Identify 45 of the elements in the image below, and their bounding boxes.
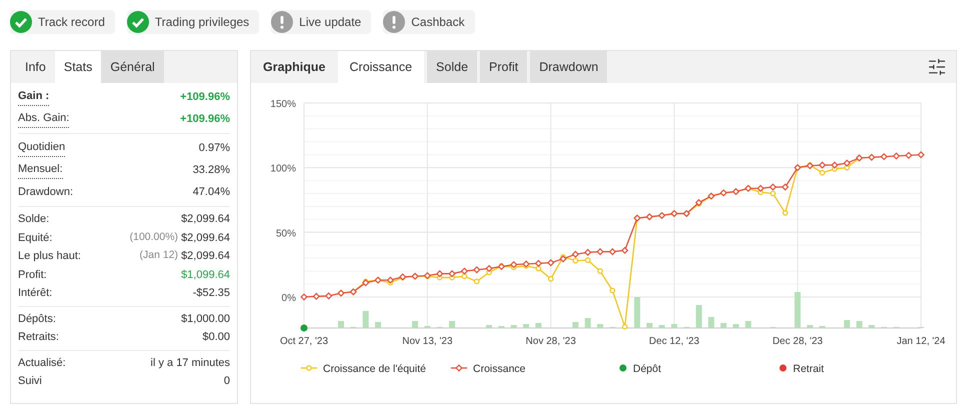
y-axis-label: 50%: [276, 228, 296, 240]
stat-label: Intérêt:: [18, 286, 52, 301]
stat-value: 0: [224, 374, 230, 389]
stat-label: Actualisé:: [18, 356, 66, 370]
stat-value: 33.28%: [192, 162, 230, 178]
stat-label: Profit:: [18, 268, 47, 282]
stat-label: Dépôts:: [18, 312, 56, 326]
stat-label: Retraits:: [18, 330, 59, 345]
stat-value: +109.96%: [180, 112, 230, 127]
stat-label: Drawdown:: [18, 184, 74, 200]
stat-value: 0.97%: [198, 140, 230, 156]
stat-value: $1,099.64: [181, 268, 230, 282]
x-axis-label: Dec 28, '23: [772, 336, 823, 347]
badge-label: Cashback: [411, 14, 465, 31]
x-axis-label: Nov 13, '23: [402, 336, 453, 347]
stat-value: $2,099.64: [181, 212, 230, 227]
stat-label: Le plus haut:: [18, 249, 81, 264]
stat-label: Gain :: [18, 88, 50, 106]
stat-value: +109.96%: [180, 90, 230, 105]
stat-value: il y a 17 minutes: [150, 356, 230, 370]
stat-label: Mensuel:: [18, 161, 63, 179]
stat-value: $2,099.64: [181, 230, 230, 246]
y-axis-label: 100%: [270, 164, 296, 175]
stat-label: Suivi: [18, 374, 42, 389]
stat-note: (Jan 12): [140, 248, 178, 264]
stat-value: 47.04%: [192, 184, 230, 200]
stat-label: Equité:: [18, 230, 52, 246]
x-axis-label: Jan 12, '24: [896, 336, 946, 347]
badge-label: Track record: [38, 14, 105, 31]
badge-label: Live update: [299, 14, 362, 31]
chart-title: Graphique: [262, 58, 327, 76]
stat-note: (100.00%): [130, 230, 178, 245]
stat-value: $2,099.64: [181, 249, 230, 264]
stat-label: Abs. Gain:: [18, 110, 70, 128]
x-axis-label: Dec 12, '23: [649, 336, 700, 347]
x-axis-label: Oct 27, '23: [280, 336, 328, 347]
stat-value: -$52.35: [192, 286, 230, 301]
stat-value: $1,000.00: [181, 312, 230, 326]
badge-label: Trading privileges: [154, 14, 250, 31]
stat-label: Solde:: [18, 212, 50, 227]
y-axis-label: 150%: [270, 99, 296, 110]
stat-value: $0.00: [202, 330, 230, 345]
stat-label: Quotidien: [18, 139, 66, 157]
x-axis-label: Nov 28, '23: [526, 336, 576, 347]
y-axis-label: 0%: [282, 292, 296, 304]
